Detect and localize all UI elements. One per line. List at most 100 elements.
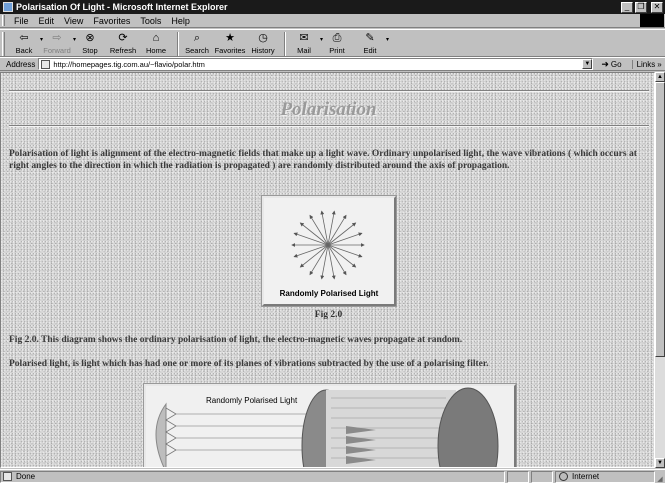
go-button[interactable]: ➜ Go	[601, 59, 621, 70]
polarisation-arrow	[327, 232, 363, 246]
links-button[interactable]: Links »	[631, 59, 662, 69]
menu-view[interactable]: View	[59, 16, 88, 26]
address-bar: Address ▼ ➜ Go Links »	[0, 57, 665, 71]
polarisation-arrow	[327, 244, 363, 258]
links-label: Links	[636, 59, 656, 69]
standard-toolbar: ⇦ Back ▾ ⇨ Forward ▾ ⊗ Stop ⟳ Refresh ⌂ …	[0, 29, 665, 57]
mail-icon: ✉	[299, 32, 309, 44]
status-bar: Done Internet ◢	[0, 469, 665, 483]
maximize-button[interactable]: ❐	[635, 1, 647, 13]
top-divider	[9, 90, 649, 92]
scroll-up-button[interactable]: ▲	[655, 72, 665, 82]
home-icon: ⌂	[152, 32, 160, 44]
print-button[interactable]: ⎙ Print	[322, 32, 352, 56]
home-button[interactable]: ⌂ Home	[141, 32, 171, 56]
home-label: Home	[145, 46, 166, 55]
title-bar: Polarisation Of Light - Microsoft Intern…	[0, 0, 665, 14]
toolbar-separator	[284, 32, 286, 56]
polarisation-arrow	[293, 232, 329, 246]
favorites-button[interactable]: ★ Favorites	[214, 32, 246, 56]
page-content[interactable]: Polarisation Polarisation of light is al…	[0, 72, 655, 468]
close-button[interactable]: ✕	[651, 1, 663, 13]
toolbar-grip[interactable]	[2, 32, 5, 56]
chevron-right-icon: »	[657, 59, 662, 69]
address-label: Address	[6, 59, 36, 69]
go-label: Go	[610, 59, 622, 69]
status-cell	[531, 470, 553, 483]
toolbar-separator	[177, 32, 179, 56]
favorites-label: Favorites	[214, 46, 246, 55]
window-title: Polarisation Of Light - Microsoft Intern…	[16, 2, 228, 12]
history-icon: ◷	[258, 32, 268, 44]
figure1-description: Fig 2.0. This diagram shows the ordinary…	[9, 335, 463, 345]
stop-label: Stop	[82, 46, 98, 55]
stop-icon: ⊗	[85, 32, 95, 44]
figure1-caption: Randomly Polarised Light	[279, 289, 379, 298]
security-zone[interactable]: Internet	[555, 470, 655, 483]
scroll-thumb[interactable]	[655, 82, 665, 357]
back-arrow-icon: ⇦	[19, 32, 29, 44]
refresh-icon: ⟳	[118, 32, 128, 44]
status-text: Done	[16, 472, 36, 481]
back-label: Back	[15, 46, 33, 55]
address-input[interactable]	[53, 59, 583, 69]
forward-label: Forward	[43, 46, 71, 55]
menu-help[interactable]: Help	[166, 16, 195, 26]
address-field[interactable]: ▼	[38, 58, 594, 70]
edit-label: Edit	[363, 46, 377, 55]
address-dropdown-button[interactable]: ▼	[582, 59, 593, 69]
page-icon	[41, 59, 51, 69]
menu-edit[interactable]: Edit	[34, 16, 60, 26]
history-label: History	[251, 46, 275, 55]
page-status-icon	[3, 472, 12, 481]
mail-button[interactable]: ✉ Mail ▾	[289, 32, 323, 56]
vertical-scrollbar[interactable]: ▲ ▼	[655, 72, 665, 468]
title-divider	[9, 125, 649, 127]
forward-button[interactable]: ⇨ Forward ▾	[42, 32, 76, 56]
mail-label: Mail	[297, 46, 311, 55]
polarisation-arrow	[327, 222, 357, 246]
status-text-panel: Done	[0, 470, 505, 483]
figure1-label: Fig 2.0	[314, 310, 343, 320]
refresh-button[interactable]: ⟳ Refresh	[108, 32, 138, 56]
status-cell	[507, 470, 529, 483]
globe-icon	[559, 472, 568, 481]
edit-dropdown-icon[interactable]: ▾	[386, 36, 389, 43]
minimize-button[interactable]: _	[621, 1, 633, 13]
ie-app-icon[interactable]	[3, 2, 13, 12]
edit-button[interactable]: ✎ Edit ▾	[355, 32, 389, 56]
edit-icon: ✎	[365, 32, 375, 44]
search-button[interactable]: ⌕ Search	[182, 32, 212, 56]
favorites-icon: ★	[225, 32, 235, 44]
polarisation-arrow	[327, 244, 357, 268]
menu-tools[interactable]: Tools	[135, 16, 166, 26]
menu-file[interactable]: File	[9, 16, 34, 26]
intro-paragraph: Polarisation of light is alignment of th…	[9, 149, 637, 171]
search-label: Search	[185, 46, 209, 55]
page-title: Polarisation	[280, 99, 377, 120]
polarised-light-paragraph: Polarised light, is light which has had …	[9, 359, 489, 369]
search-icon: ⌕	[193, 32, 201, 44]
polarisation-arrow	[293, 244, 329, 258]
back-button[interactable]: ⇦ Back ▾	[9, 32, 43, 56]
stop-button[interactable]: ⊗ Stop	[75, 32, 105, 56]
menu-grip[interactable]	[2, 15, 5, 26]
go-arrow-icon: ➜	[601, 58, 609, 69]
figure2-caption: Randomly Polarised Light	[206, 396, 298, 405]
scroll-down-button[interactable]: ▼	[655, 458, 665, 468]
polarising-filter-diagram	[155, 387, 499, 467]
zone-label: Internet	[572, 472, 600, 481]
menu-bar: File Edit View Favorites Tools Help	[0, 14, 665, 28]
refresh-label: Refresh	[109, 46, 137, 55]
figure-polarising-filter: Randomly Polarised Light	[143, 383, 517, 467]
print-label: Print	[329, 46, 345, 55]
forward-arrow-icon: ⇨	[52, 32, 62, 44]
ie-throbber-logo	[640, 14, 664, 27]
history-button[interactable]: ◷ History	[248, 32, 278, 56]
figure-random-polarisation: Randomly Polarised Light	[261, 195, 397, 307]
print-icon: ⎙	[332, 32, 342, 44]
resize-grip-icon[interactable]: ◢	[655, 471, 665, 483]
polarisation-arrow	[299, 222, 329, 246]
menu-favorites[interactable]: Favorites	[88, 16, 135, 26]
polarisation-arrow	[299, 244, 329, 268]
